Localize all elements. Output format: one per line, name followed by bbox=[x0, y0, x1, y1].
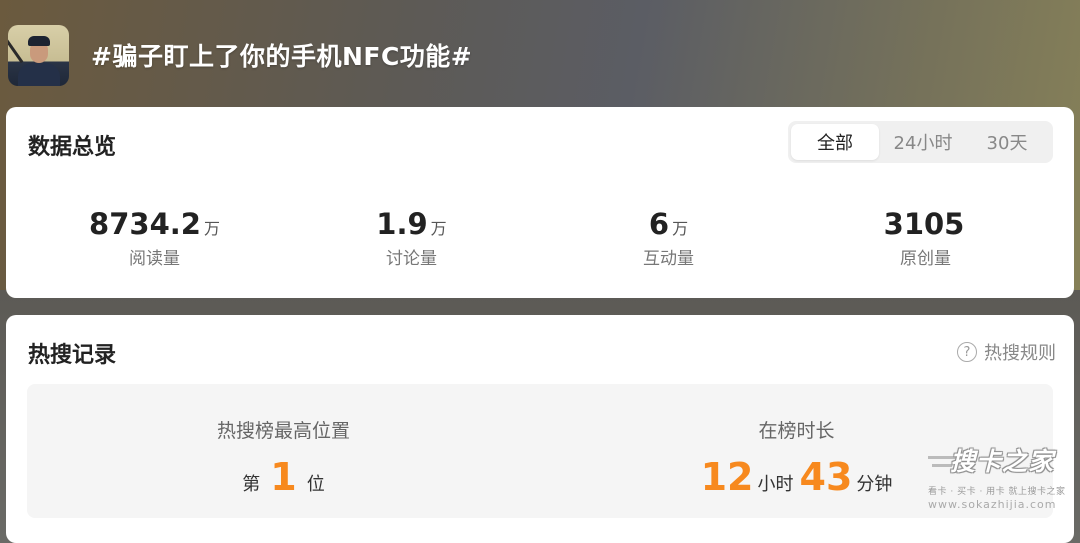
stat-interactions-unit: 万 bbox=[672, 219, 689, 238]
hot-search-rules-link[interactable]: ? 热搜规则 bbox=[957, 339, 1056, 365]
stat-interactions: 6 万 互动量 bbox=[540, 207, 797, 269]
tab-24h[interactable]: 24小时 bbox=[879, 124, 967, 160]
stat-discussions-unit: 万 bbox=[430, 219, 447, 238]
topic-header: #骗子盯上了你的手机NFC功能# bbox=[8, 24, 472, 86]
stat-reads-unit: 万 bbox=[203, 219, 220, 238]
stat-interactions-label: 互动量 bbox=[643, 249, 694, 269]
hot-search-title: 热搜记录 bbox=[28, 343, 117, 368]
hot-search-panel: 热搜榜最高位置 第 1 位 在榜时长 12 小时 43 分钟 bbox=[27, 384, 1053, 518]
hot-search-card: 热搜记录 ? 热搜规则 热搜榜最高位置 第 1 位 在榜时长 12 小时 43 … bbox=[6, 315, 1074, 543]
avatar-decoration bbox=[8, 36, 24, 63]
data-overview-card: 数据总览 全部 24小时 30天 8734.2 万 阅读量 1.9 万 讨论量 … bbox=[6, 107, 1074, 298]
watermark-logo: 搜卡之家 bbox=[950, 447, 1055, 476]
stat-discussions: 1.9 万 讨论量 bbox=[283, 207, 540, 269]
stat-interactions-value-wrap: 6 万 bbox=[649, 207, 688, 241]
duration-hours-unit: 小时 bbox=[757, 474, 794, 495]
highest-position-suffix: 位 bbox=[306, 474, 325, 495]
stat-originals: 3105 原创量 bbox=[797, 207, 1054, 269]
stat-reads: 8734.2 万 阅读量 bbox=[26, 207, 283, 269]
stat-reads-value-wrap: 8734.2 万 bbox=[89, 207, 220, 241]
stat-originals-value-wrap: 3105 bbox=[884, 207, 968, 241]
hot-search-rules-label: 热搜规则 bbox=[984, 343, 1056, 364]
question-circle-icon: ? bbox=[957, 342, 977, 362]
watermark-tagline: 看卡 · 买卡 · 用卡 就上搜卡之家 bbox=[928, 487, 1066, 497]
overview-title: 数据总览 bbox=[28, 135, 117, 160]
duration-hours: 12 bbox=[700, 455, 754, 499]
highest-position-value-row: 第 1 位 bbox=[27, 455, 540, 499]
stat-reads-label: 阅读量 bbox=[129, 249, 180, 269]
stat-interactions-value: 6 bbox=[648, 207, 670, 241]
highest-position-title: 热搜榜最高位置 bbox=[216, 420, 350, 442]
tab-all[interactable]: 全部 bbox=[791, 124, 879, 160]
time-range-tabs: 全部 24小时 30天 bbox=[788, 121, 1053, 163]
stat-originals-label: 原创量 bbox=[900, 249, 951, 269]
highest-position-prefix: 第 bbox=[242, 474, 261, 495]
avatar-cap bbox=[28, 35, 50, 46]
avatar-body bbox=[18, 62, 60, 86]
watermark-speed-line bbox=[932, 464, 952, 467]
stat-discussions-value-wrap: 1.9 万 bbox=[376, 207, 446, 241]
stat-originals-value: 3105 bbox=[883, 207, 965, 241]
stat-discussions-label: 讨论量 bbox=[386, 249, 437, 269]
stat-discussions-value: 1.9 bbox=[376, 207, 428, 241]
topic-avatar[interactable] bbox=[8, 24, 69, 86]
site-watermark: 搜卡之家 看卡 · 买卡 · 用卡 就上搜卡之家 www.sokazhijia.… bbox=[928, 438, 1076, 518]
duration-minutes-unit: 分钟 bbox=[856, 474, 893, 495]
tab-30d[interactable]: 30天 bbox=[967, 124, 1047, 160]
stat-reads-value: 8734.2 bbox=[89, 207, 201, 241]
duration-minutes: 43 bbox=[799, 455, 853, 499]
watermark-url: www.sokazhijia.com bbox=[928, 498, 1057, 511]
highest-position-value: 1 bbox=[270, 455, 297, 499]
topic-title: #骗子盯上了你的手机NFC功能# bbox=[91, 42, 473, 71]
highest-position-block: 热搜榜最高位置 第 1 位 bbox=[27, 384, 540, 518]
stats-row: 8734.2 万 阅读量 1.9 万 讨论量 6 万 互动量 3105 原创量 bbox=[6, 207, 1074, 269]
